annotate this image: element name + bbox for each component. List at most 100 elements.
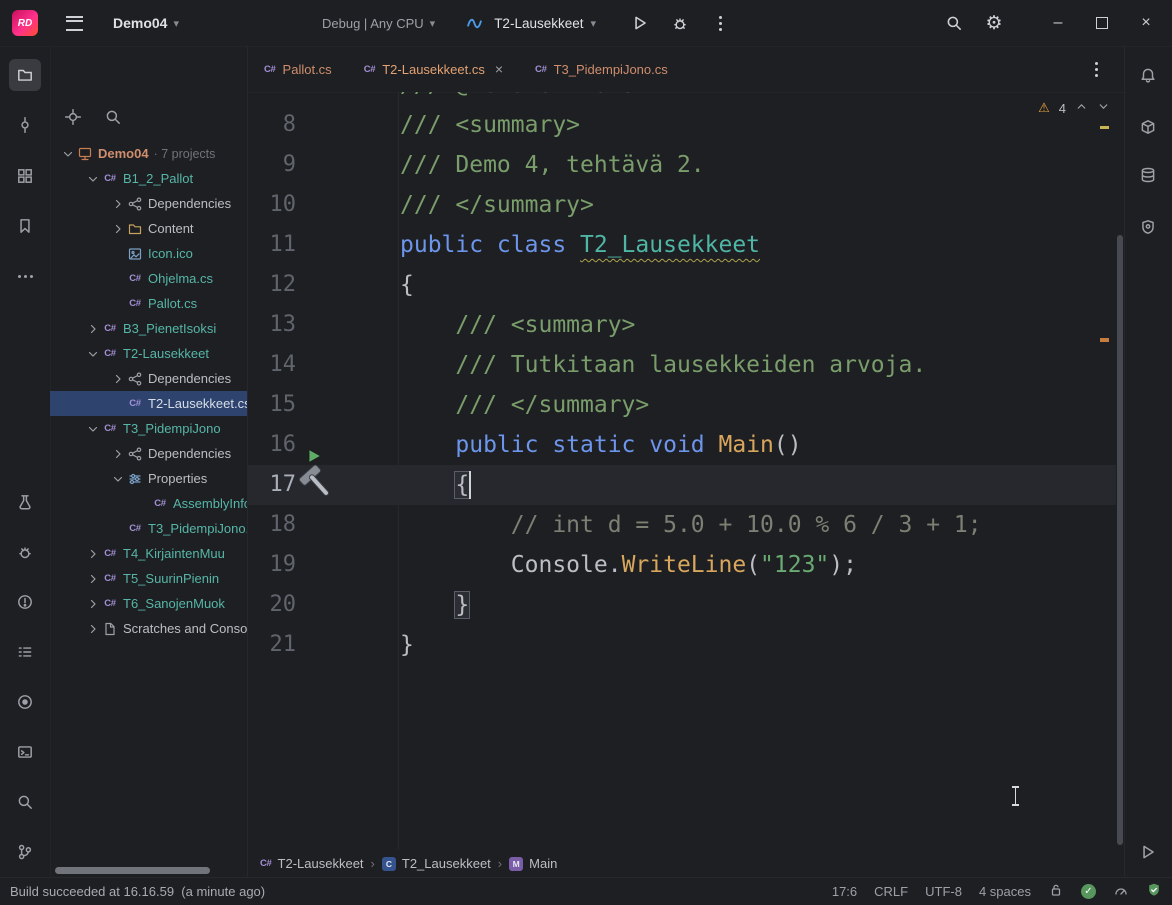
database-icon[interactable] [1132,159,1164,191]
more-tool-windows-icon[interactable] [9,260,41,292]
build-configuration-button[interactable]: Debug | Any CPU ▾ [322,16,435,31]
code-line-14[interactable]: 14 /// Tutkitaan lausekkeiden arvoja. [248,345,1126,385]
search-icon[interactable] [104,108,122,129]
chevron-right-icon[interactable] [110,196,126,212]
chevron-down-icon[interactable] [85,171,101,187]
inspections-ok-icon[interactable]: ✓ [1081,884,1096,899]
tree-item-ohjelma-cs[interactable]: C#Ohjelma.cs [50,266,247,291]
code-line-7[interactable]: 7/// @version 2023 [248,92,1126,105]
code-line-18[interactable]: 18 // int d = 5.0 + 10.0 % 6 / 3 + 1; [248,505,1126,545]
chevron-down-icon[interactable] [85,346,101,362]
build-status-message[interactable]: Build succeeded at 16.16.59 (a minute ag… [10,884,265,899]
code-line-19[interactable]: 19 Console.WriteLine("123"); [248,545,1126,585]
more-actions-kebab-icon[interactable] [700,3,740,43]
highlighting-level-icon[interactable] [1113,882,1129,901]
chevron-down-icon[interactable] [60,146,76,162]
version-control-tool-icon[interactable] [9,836,41,868]
editor-tab-t2-lausekkeet-cs[interactable]: C#T2-Lausekkeet.cs× [348,46,519,92]
tree-item-t3-pidempijono[interactable]: C#T3_PidempiJono [50,416,247,441]
tree-item-t4-kirjaintenmuu[interactable]: C#T4_KirjaintenMuu [50,541,247,566]
settings-gear-icon[interactable]: ⚙ [974,3,1014,43]
run-button[interactable] [620,3,660,43]
chevron-right-icon[interactable] [85,546,101,562]
tree-item-content[interactable]: Content [50,216,247,241]
breadcrumb-t2-lausekkeet[interactable]: CT2_Lausekkeet [382,856,491,871]
chevron-right-icon[interactable] [85,621,101,637]
solution-analysis-shield-icon[interactable] [1146,882,1162,901]
locate-opened-file-icon[interactable] [64,108,82,129]
chevron-right-icon[interactable] [85,571,101,587]
code-line-20[interactable]: 20 } [248,585,1126,625]
tree-item-t2-lausekkeet[interactable]: C#T2-Lausekkeet [50,341,247,366]
main-menu-hamburger-icon[interactable] [66,16,83,31]
tree-item-b3-pienetisoksi[interactable]: C#B3_PienetIsoksi [50,316,247,341]
chevron-right-icon[interactable] [110,446,126,462]
project-widget-button[interactable]: Demo04 ▾ [113,15,179,31]
breadcrumb-main[interactable]: MMain [509,856,557,871]
problems-tool-icon[interactable] [9,586,41,618]
run-tool-icon[interactable] [1132,836,1164,868]
tree-item-t5-suurinpienin[interactable]: C#T5_SuurinPienin [50,566,247,591]
debug-tool-icon[interactable] [9,536,41,568]
scrollbar-warning-mark[interactable] [1100,126,1109,129]
tab-options-kebab-icon[interactable] [1082,55,1110,83]
find-tool-icon[interactable] [9,786,41,818]
commit-tool-icon[interactable] [9,109,41,141]
tree-item-pallot-cs[interactable]: C#Pallot.cs [50,291,247,316]
window-minimize-button[interactable]: – [1036,3,1080,43]
bookmarks-tool-icon[interactable] [9,210,41,242]
code-line-9[interactable]: 9/// Demo 4, tehtävä 2. [248,145,1126,185]
lock-icon[interactable] [1048,882,1064,901]
close-tab-icon[interactable]: × [495,61,503,77]
notifications-bell-icon[interactable] [1132,59,1164,91]
chevron-right-icon[interactable] [85,596,101,612]
coverage-tool-icon[interactable] [9,686,41,718]
tree-item-t3-pidempijono-cs[interactable]: C#T3_PidempiJono.cs [50,516,247,541]
code-line-8[interactable]: 8/// <summary> [248,105,1126,145]
window-close-button[interactable]: × [1124,3,1168,43]
tree-item-icon-ico[interactable]: Icon.ico [50,241,247,266]
rider-logo-icon[interactable]: RD [12,10,38,36]
tree-item-t2-lausekkeet-cs[interactable]: C#T2-Lausekkeet.cs [50,391,247,416]
breadcrumb-t2-lausekkeet[interactable]: C#T2-Lausekkeet [260,856,364,871]
code-line-12[interactable]: 12{ [248,265,1126,305]
chevron-down-icon[interactable] [85,421,101,437]
tree-item-t6-sanojenmuok[interactable]: C#T6_SanojenMuok [50,591,247,616]
tree-item-assemblyinfo-cs[interactable]: C#AssemblyInfo.cs [50,491,247,516]
line-separator-widget[interactable]: CRLF [874,884,908,899]
tree-item-dependencies[interactable]: Dependencies [50,191,247,216]
chevron-down-icon[interactable] [110,471,126,487]
scrollbar-warning-mark[interactable] [1100,338,1109,342]
nuget-package-icon[interactable] [1132,111,1164,143]
code-line-21[interactable]: 21} [248,625,1126,665]
code-line-15[interactable]: 15 /// </summary> [248,385,1126,425]
chevron-right-icon[interactable] [110,371,126,387]
unit-tests-tool-icon[interactable] [9,486,41,518]
caret-position-widget[interactable]: 17:6 [832,884,857,899]
code-editor[interactable]: 7/// @version 20238/// <summary>9/// Dem… [248,92,1126,850]
run-line-icon[interactable] [306,437,322,453]
code-line-13[interactable]: 13 /// <summary> [248,305,1126,345]
editor-vertical-scrollbar[interactable] [1117,235,1123,845]
search-everywhere-icon[interactable] [934,3,974,43]
next-issue-button[interactable] [1097,100,1110,116]
chevron-right-icon[interactable] [85,321,101,337]
tree-item-properties[interactable]: Properties [50,466,247,491]
dotcover-shield-icon[interactable] [1132,211,1164,243]
indentation-widget[interactable]: 4 spaces [979,884,1031,899]
tree-item-demo04[interactable]: Demo04· 7 projects [50,141,247,166]
chevron-right-icon[interactable] [110,221,126,237]
todo-tool-icon[interactable] [9,636,41,668]
code-line-17[interactable]: 17 { [248,465,1116,505]
tree-item-b1-2-pallot[interactable]: C#B1_2_Pallot [50,166,247,191]
code-line-10[interactable]: 10/// </summary> [248,185,1126,225]
debug-button[interactable] [660,3,700,43]
editor-tab-t3-pidempijono-cs[interactable]: C#T3_PidempiJono.cs [519,46,684,92]
code-line-16[interactable]: 16 public static void Main() [248,425,1126,465]
encoding-widget[interactable]: UTF-8 [925,884,962,899]
tree-item-dependencies[interactable]: Dependencies [50,441,247,466]
tree-item-dependencies[interactable]: Dependencies [50,366,247,391]
tree-item-scratches-and-consoles[interactable]: Scratches and Consoles [50,616,247,641]
code-line-11[interactable]: 11public class T2_Lausekkeet [248,225,1126,265]
editor-tab-pallot-cs[interactable]: C#Pallot.cs [248,46,348,92]
